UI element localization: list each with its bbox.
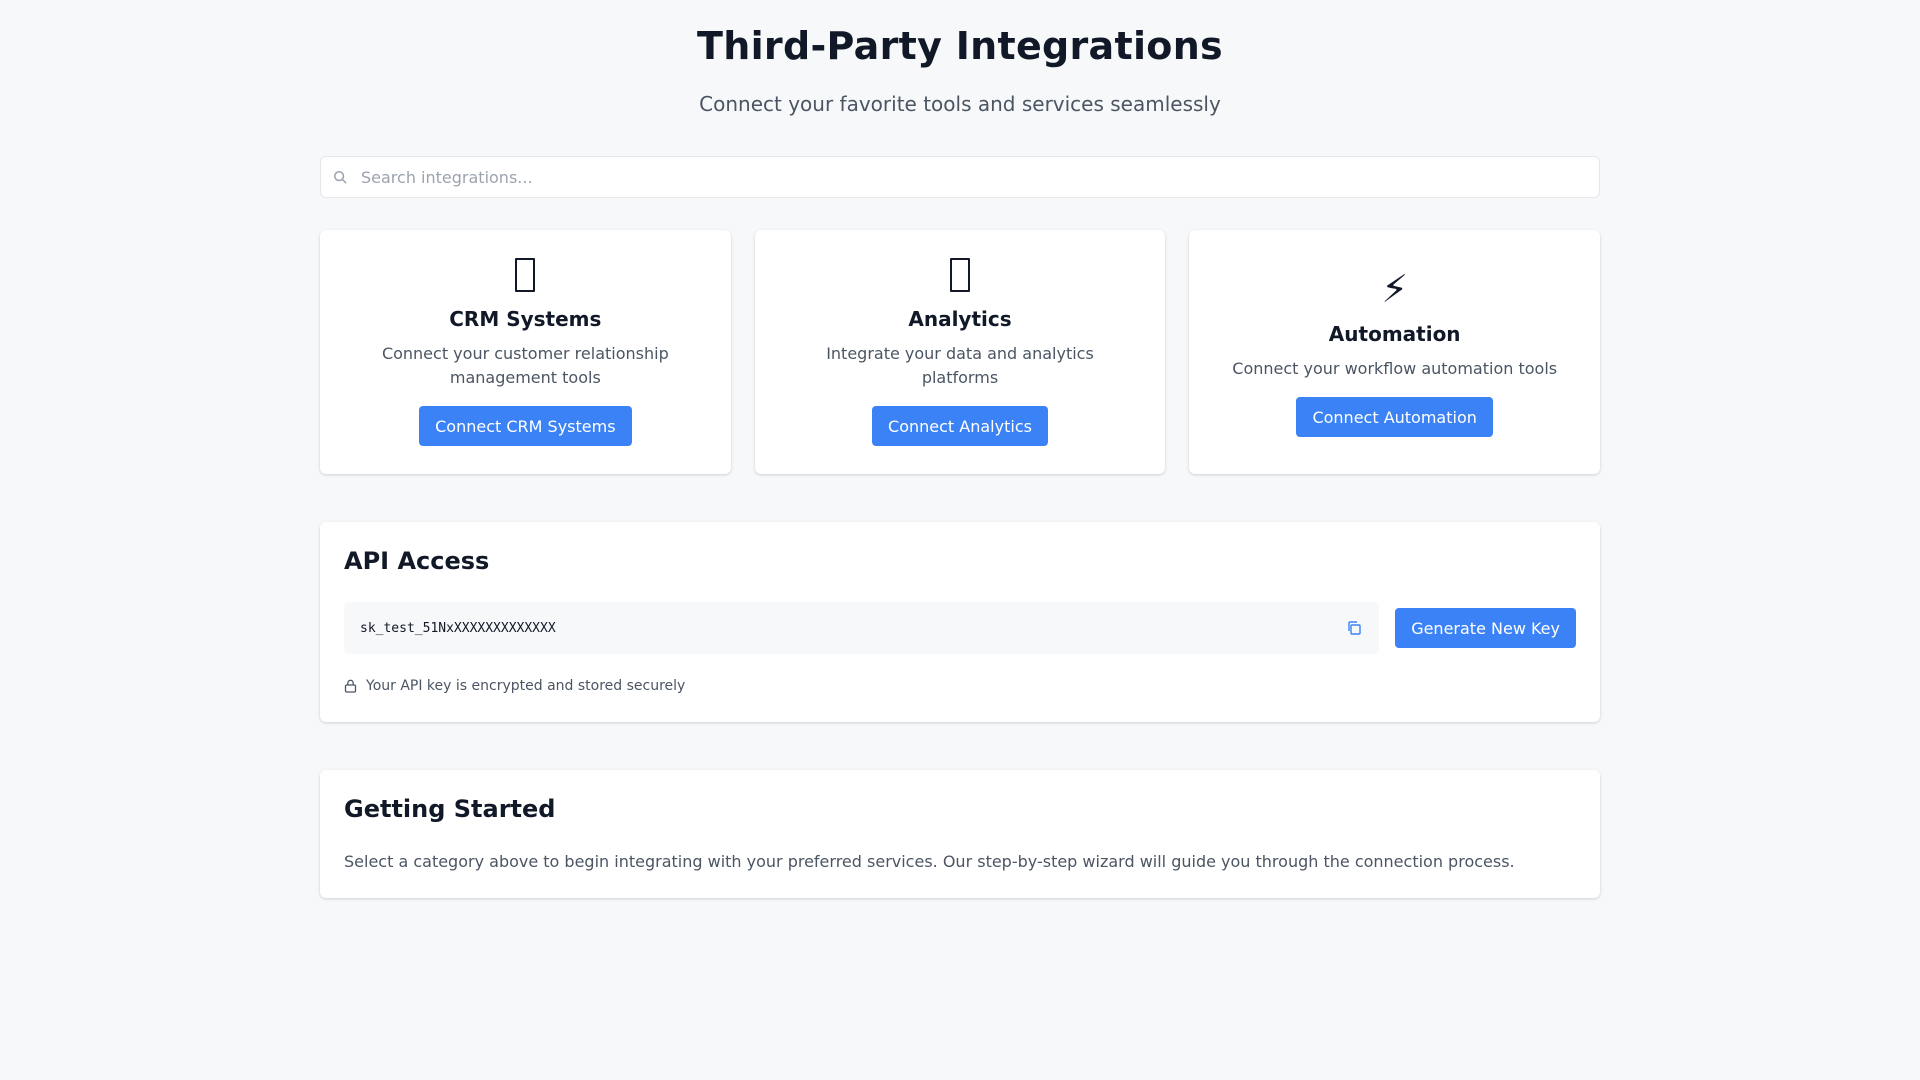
lock-icon xyxy=(344,679,358,693)
chart-icon xyxy=(950,258,970,292)
getting-started-title: Getting Started xyxy=(344,795,556,823)
api-note-text: Your API key is encrypted and stored sec… xyxy=(366,678,686,694)
card-title: Automation xyxy=(1328,322,1461,346)
card-description: Connect your workflow automation tools xyxy=(1232,359,1558,378)
api-access-panel: API Access sk_test_51NxXXXXXXXXXXXXX Gen… xyxy=(320,522,1600,722)
connect-crm-systems-button[interactable]: Connect CRM Systems xyxy=(419,406,632,446)
page-title: Third-Party Integrations xyxy=(697,24,1223,68)
card-title: Analytics xyxy=(908,307,1012,331)
page-subtitle: Connect your favorite tools and services… xyxy=(699,92,1221,116)
phone-icon xyxy=(515,258,536,292)
lightning-icon: ⚡ xyxy=(1381,267,1409,311)
generate-new-key-button[interactable]: Generate New Key xyxy=(1395,608,1576,648)
api-security-note: Your API key is encrypted and stored sec… xyxy=(344,678,1576,694)
page: Third-Party Integrations Connect your fa… xyxy=(320,0,1601,898)
card-title: CRM Systems xyxy=(449,307,602,331)
card-description: Integrate your data and analytics platfo… xyxy=(826,344,1094,387)
connect-automation-button[interactable]: Connect Automation xyxy=(1296,397,1493,437)
card-automation: ⚡ Automation Connect your workflow autom… xyxy=(1189,230,1601,474)
connect-analytics-button[interactable]: Connect Analytics xyxy=(872,406,1048,446)
api-key-row: sk_test_51NxXXXXXXXXXXXXX Generate New K… xyxy=(344,602,1576,654)
card-analytics: Analytics Integrate your data and analyt… xyxy=(754,230,1166,474)
card-description: Connect your customer relationship manag… xyxy=(381,344,669,387)
category-cards: CRM Systems Connect your customer relati… xyxy=(320,230,1601,474)
api-key-field: sk_test_51NxXXXXXXXXXXXXX xyxy=(344,602,1380,654)
search-input[interactable] xyxy=(361,157,1599,197)
getting-started-text: Select a category above to begin integra… xyxy=(344,852,1515,871)
getting-started-panel: Getting Started Select a category above … xyxy=(320,770,1600,898)
api-key-value: sk_test_51NxXXXXXXXXXXXXX xyxy=(360,620,556,636)
api-access-title: API Access xyxy=(344,547,490,575)
copy-icon[interactable] xyxy=(1345,619,1363,637)
header: Third-Party Integrations Connect your fa… xyxy=(320,0,1600,116)
search-bar[interactable] xyxy=(320,156,1600,198)
card-crm-systems: CRM Systems Connect your customer relati… xyxy=(320,230,731,474)
search-icon xyxy=(333,169,349,185)
